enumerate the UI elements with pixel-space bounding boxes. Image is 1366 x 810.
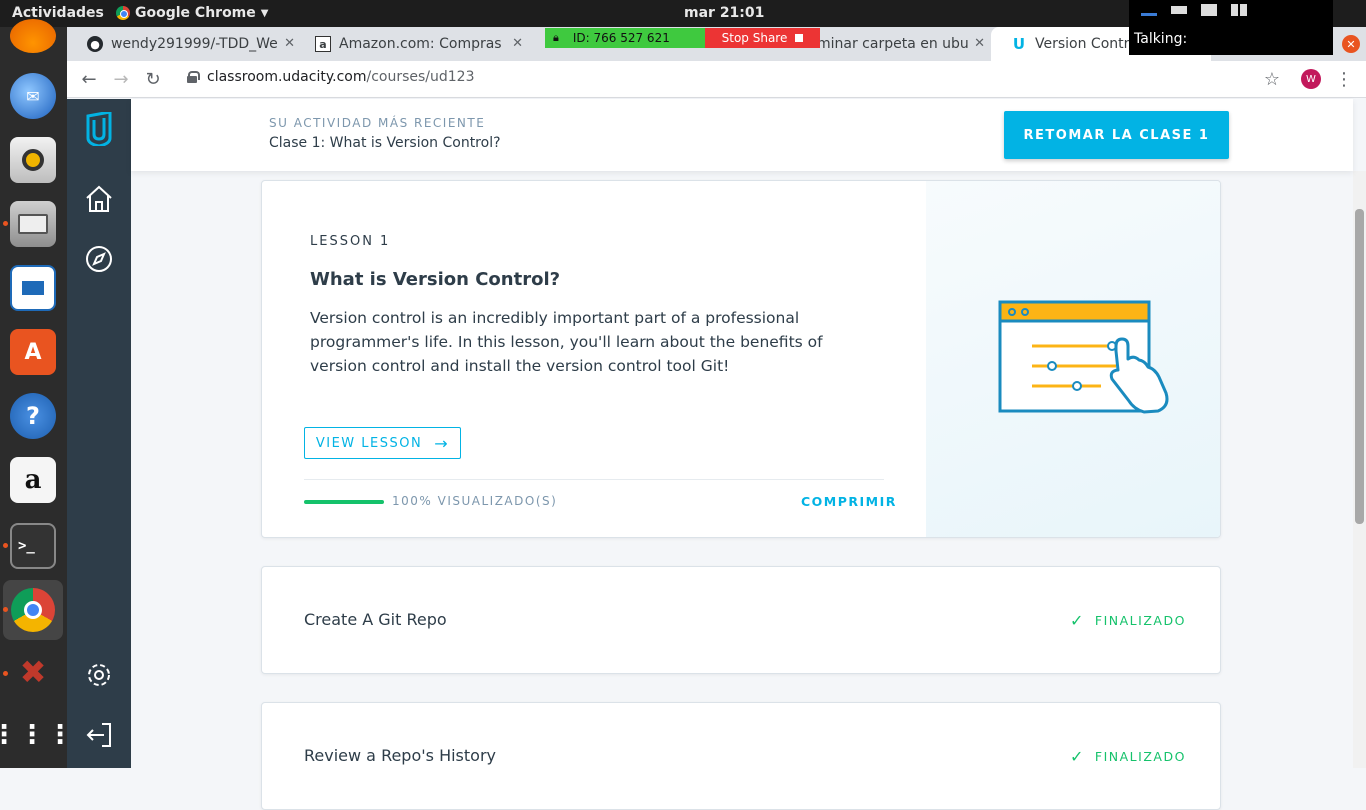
scrollbar-thumb[interactable] (1355, 209, 1364, 524)
settings-tools-icon[interactable]: ✖ (10, 649, 56, 695)
tab-title: Version Control (1035, 36, 1142, 52)
tab-title: minar carpeta en ubu (817, 36, 969, 52)
close-window-icon[interactable]: ✕ (1342, 35, 1360, 53)
amazon-icon[interactable]: a (10, 457, 56, 503)
layout-grid-icon[interactable] (1231, 4, 1247, 16)
lock-icon (187, 71, 200, 83)
progress-fill (304, 500, 384, 504)
divider (304, 479, 884, 480)
files-icon[interactable] (10, 201, 56, 247)
lock-icon: 🔒︎ (553, 31, 559, 44)
layout-full-icon[interactable] (1201, 4, 1217, 16)
layout-single-icon[interactable] (1171, 6, 1187, 14)
minimize-icon[interactable] (1141, 4, 1157, 16)
close-tab-icon[interactable]: ✕ (974, 36, 985, 51)
udacity-favicon-icon: U (1012, 35, 1026, 53)
chrome-icon (116, 6, 130, 20)
settings-gear-icon[interactable] (81, 657, 117, 693)
home-icon[interactable] (81, 181, 117, 217)
lesson-description: Version control is an incredibly importa… (310, 309, 823, 375)
collapse-button[interactable]: COMPRIMIR (801, 494, 897, 509)
concept-card[interactable]: Review a Repo's History ✓ FINALIZADO (261, 702, 1221, 810)
lesson-title: What is Version Control? (310, 269, 561, 290)
github-icon: ● (87, 36, 103, 52)
bookmark-star-icon[interactable]: ☆ (1260, 67, 1284, 91)
browser-toolbar: ← → ↻ classroom.udacity.com/courses/ud12… (67, 61, 1366, 98)
check-icon: ✓ (1070, 611, 1085, 630)
menu-kebab-icon[interactable]: ⋮ (1332, 67, 1356, 91)
close-tab-icon[interactable]: ✕ (512, 36, 523, 51)
address-bar[interactable]: classroom.udacity.com/courses/ud123 (187, 69, 475, 85)
tab-title: Amazon.com: Compras (339, 36, 502, 52)
writer-icon[interactable] (10, 265, 56, 311)
terminal-icon[interactable]: >_ (10, 523, 56, 569)
app-name: Google Chrome (135, 5, 256, 21)
lesson-number: LESSON 1 (310, 234, 391, 249)
recent-activity-bar: SU ACTIVIDAD MÁS RECIENTE Clase 1: What … (131, 99, 1353, 171)
tab-amazon[interactable]: a Amazon.com: Compras ✕ (295, 27, 531, 61)
version-control-illustration (998, 300, 1169, 414)
talking-panel: Talking: (1129, 0, 1333, 55)
tab-github[interactable]: ● wendy291999/-TDD_We ✕ (67, 27, 303, 61)
show-applications-icon[interactable]: ⋮⋮⋮ (0, 712, 73, 758)
tab-title: wendy291999/-TDD_We (111, 36, 278, 52)
chevron-down-icon: ▼ (260, 7, 269, 19)
lesson-card: LESSON 1 What is Version Control? Versio… (261, 180, 1221, 538)
software-center-icon[interactable]: A (10, 329, 56, 375)
running-indicator (3, 671, 8, 676)
thunderbird-icon[interactable]: ✉ (10, 73, 56, 119)
check-icon: ✓ (1070, 747, 1085, 766)
arrow-right-icon: → (434, 433, 450, 453)
talking-label: Talking: (1134, 31, 1188, 47)
resume-class-button[interactable]: RETOMAR LA CLASE 1 (1004, 111, 1229, 159)
back-icon[interactable]: ← (77, 67, 101, 91)
amazon-favicon-icon: a (315, 36, 331, 52)
running-indicator (3, 221, 8, 226)
lesson-progress-bar (304, 500, 384, 504)
stop-share-button[interactable]: Stop Share (705, 28, 820, 48)
udacity-logo-icon[interactable] (81, 111, 117, 147)
close-tab-icon[interactable]: ✕ (284, 36, 295, 51)
recent-activity-label: SU ACTIVIDAD MÁS RECIENTE (269, 116, 486, 130)
forward-icon[interactable]: → (109, 67, 133, 91)
clock[interactable]: mar 21:01 (684, 5, 764, 21)
running-indicator (3, 607, 8, 612)
firefox-icon[interactable] (10, 19, 56, 53)
view-lesson-button[interactable]: VIEW LESSON → (304, 427, 461, 459)
stop-icon (795, 34, 804, 42)
help-icon[interactable]: ? (10, 393, 56, 439)
concept-title: Review a Repo's History (304, 746, 496, 765)
url-host: classroom.udacity.com (207, 69, 367, 85)
page-scrollbar[interactable] (1353, 171, 1366, 768)
profile-avatar[interactable]: W (1301, 69, 1321, 89)
recent-class-name[interactable]: Clase 1: What is Version Control? (269, 135, 501, 151)
reload-icon[interactable]: ↻ (141, 67, 165, 91)
chrome-dock-icon[interactable] (3, 580, 63, 640)
view-lesson-label: VIEW LESSON (315, 435, 423, 451)
compass-icon[interactable] (81, 241, 117, 277)
activities-button[interactable]: Actividades (12, 5, 104, 21)
logout-icon[interactable] (81, 717, 117, 753)
concept-status: ✓ FINALIZADO (1070, 611, 1186, 630)
screen-share-bar: 🔒︎ ID: 766 527 621 Stop Share (545, 28, 820, 48)
concept-title: Create A Git Repo (304, 610, 447, 629)
share-id: 🔒︎ ID: 766 527 621 (545, 28, 705, 48)
udacity-sidebar (67, 99, 131, 768)
concept-status: ✓ FINALIZADO (1070, 747, 1186, 766)
dock: ✉ A ? a >_ ✖ ⋮⋮⋮ (0, 19, 73, 768)
concept-card[interactable]: Create A Git Repo ✓ FINALIZADO (261, 566, 1221, 674)
lesson-illustration-panel (926, 181, 1220, 537)
running-indicator (3, 543, 8, 548)
app-menu[interactable]: Google Chrome ▼ (116, 5, 268, 21)
progress-label: 100% VISUALIZADO(S) (392, 494, 558, 508)
url-path: /courses/ud123 (366, 69, 475, 85)
rhythmbox-icon[interactable] (10, 137, 56, 183)
